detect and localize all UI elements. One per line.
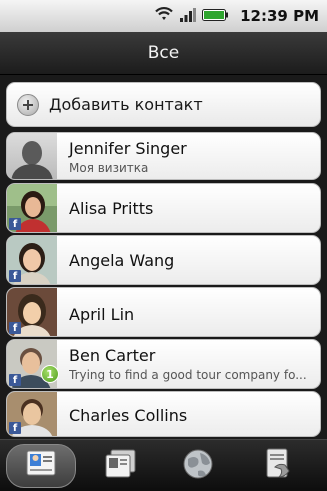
contact-photo: f <box>7 184 57 232</box>
contact-name: Ben Carter <box>69 346 156 365</box>
contact-row-alisa-pritts[interactable]: f Alisa Pritts <box>6 183 321 233</box>
people-icon <box>23 448 59 484</box>
online-directory-icon <box>180 447 216 485</box>
contact-row-april-lin[interactable]: f April Lin <box>6 287 321 337</box>
contact-photo: f <box>7 288 57 336</box>
contacts-screen: 12:39 PM Все Добавить контакт Jennifer S… <box>0 0 327 491</box>
plus-circle-icon <box>17 93 39 116</box>
facebook-icon: f <box>9 374 21 386</box>
facebook-icon: f <box>9 422 21 434</box>
update-count-badge: 1 <box>41 365 59 383</box>
tab-people[interactable] <box>6 444 76 488</box>
contact-name: Angela Wang <box>69 251 175 270</box>
contact-name: Charles Collins <box>69 406 188 425</box>
facebook-icon: f <box>9 270 21 282</box>
contact-name: April Lin <box>69 305 135 324</box>
groups-icon <box>102 448 138 484</box>
contact-row-charles-collins[interactable]: f Charles Collins <box>6 391 321 437</box>
tab-online-directory[interactable] <box>163 444 233 488</box>
battery-icon <box>202 7 229 26</box>
add-contact-label: Добавить контакт <box>49 95 203 114</box>
contact-row-jennifer-singer[interactable]: Jennifer Singer Моя визитка <box>6 132 321 180</box>
contact-name: Alisa Pritts <box>69 199 154 218</box>
tab-call-history[interactable] <box>242 444 312 488</box>
contact-status: Trying to find a good tour company fo... <box>69 368 307 382</box>
signal-icon <box>180 7 197 26</box>
tab-groups[interactable] <box>85 444 155 488</box>
page-title: Все <box>147 43 180 63</box>
facebook-icon: f <box>9 218 21 230</box>
title-bar: Все <box>0 32 327 75</box>
contact-photo: f <box>7 392 57 436</box>
contact-photo: f <box>7 236 57 284</box>
status-icons: 12:39 PM <box>154 6 319 26</box>
bottom-tab-bar <box>0 439 327 491</box>
contact-row-ben-carter[interactable]: f 1 Ben Carter Trying to find a good tou… <box>6 339 321 389</box>
add-contact-button[interactable]: Добавить контакт <box>6 82 321 127</box>
wifi-icon <box>154 6 174 26</box>
facebook-icon: f <box>9 322 21 334</box>
contact-name: Jennifer Singer <box>69 139 187 158</box>
call-history-icon <box>259 447 295 485</box>
status-bar: 12:39 PM <box>0 0 327 32</box>
status-clock: 12:39 PM <box>240 7 319 25</box>
contact-subtitle: Моя визитка <box>69 161 149 175</box>
avatar-placeholder-icon <box>7 133 57 179</box>
contact-row-angela-wang[interactable]: f Angela Wang <box>6 235 321 285</box>
